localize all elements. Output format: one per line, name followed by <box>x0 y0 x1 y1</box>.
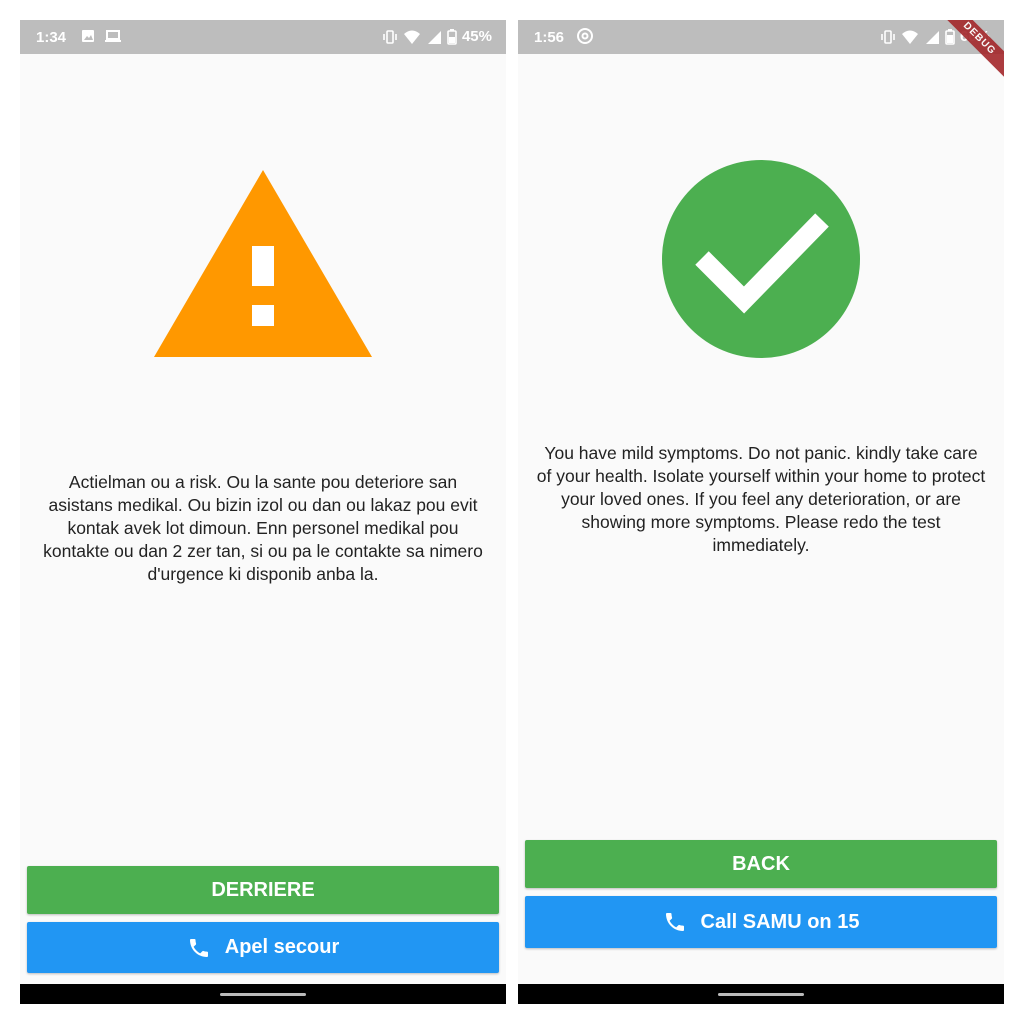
risk-message: Actielman ou a risk. Ou la sante pou det… <box>43 472 483 584</box>
status-time: 1:56 <box>534 29 565 46</box>
back-button[interactable]: BACK <box>525 840 997 888</box>
wifi-icon <box>403 30 420 44</box>
vibrate-icon <box>383 29 397 44</box>
battery-icon <box>447 28 457 45</box>
home-gesture-pill[interactable] <box>718 993 804 996</box>
status-bar: 1:56 60% <box>518 20 1004 54</box>
back-button-label: BACK <box>732 852 790 875</box>
battery-percent: 45% <box>461 28 492 45</box>
call-samu-button[interactable]: Call SAMU on 15 <box>525 896 997 948</box>
call-emergency-button[interactable]: Apel secour <box>27 922 499 973</box>
navigation-bar <box>518 984 1004 1004</box>
phone-icon <box>189 938 208 957</box>
signal-icon <box>427 30 441 44</box>
battery-icon <box>945 28 955 45</box>
back-button-label: DERRIERE <box>211 878 315 901</box>
back-button[interactable]: DERRIERE <box>27 866 499 914</box>
laptop-icon <box>105 30 121 42</box>
status-time: 1:34 <box>36 29 67 46</box>
at-sign-icon <box>577 28 593 44</box>
signal-icon <box>925 30 939 44</box>
status-bar: 1:34 45% <box>20 20 506 54</box>
home-gesture-pill[interactable] <box>220 993 306 996</box>
phone-icon <box>665 913 684 931</box>
symptoms-message: You have mild symptoms. Do not panic. ki… <box>536 443 986 555</box>
warning-triangle-icon <box>154 170 372 357</box>
navigation-bar <box>20 984 506 1004</box>
wifi-icon <box>901 30 918 44</box>
call-button-label: Call SAMU on 15 <box>700 910 860 933</box>
right-phone-screen: 1:56 60% DEBUG You have mild symptoms. D… <box>518 20 1004 1004</box>
check-circle-icon <box>662 160 860 358</box>
call-button-label: Apel secour <box>224 936 340 958</box>
left-phone-screen: 1:34 45% Actielman ou a risk. Ou la sant… <box>20 20 506 1004</box>
vibrate-icon <box>881 29 895 44</box>
image-icon <box>82 30 94 42</box>
